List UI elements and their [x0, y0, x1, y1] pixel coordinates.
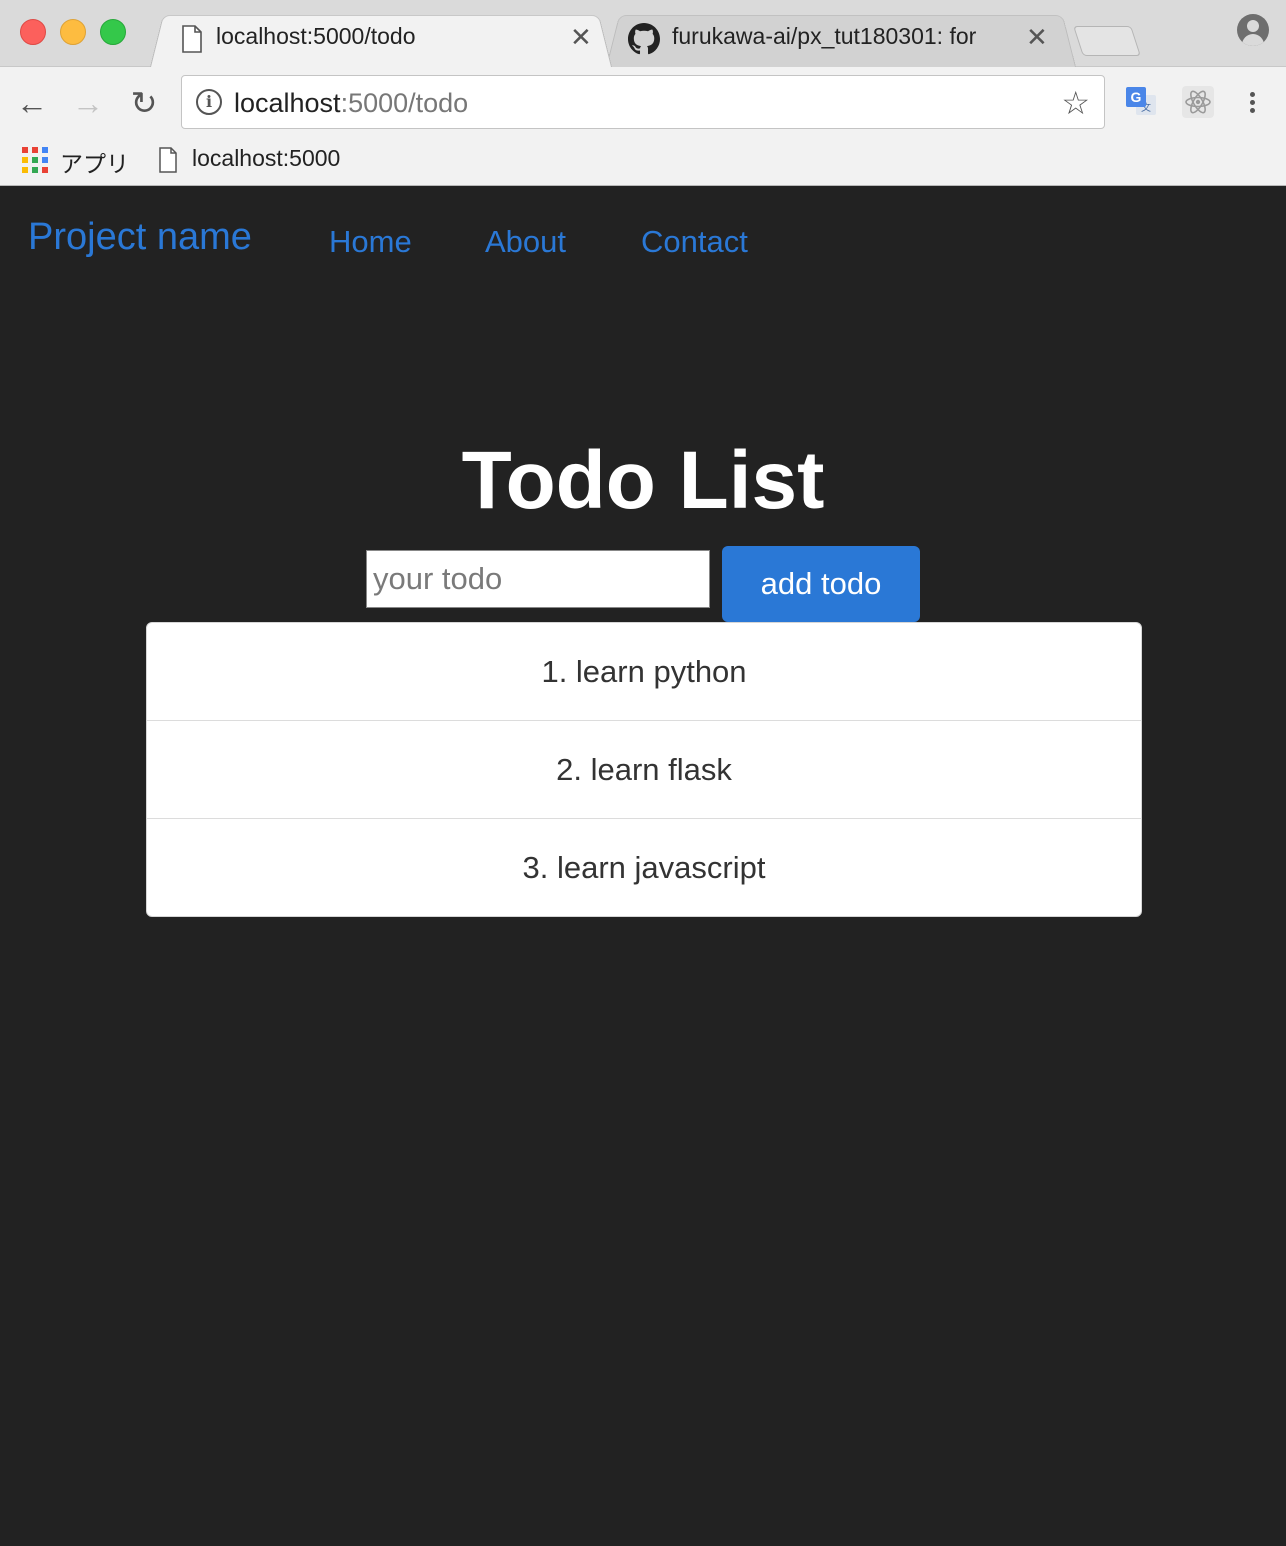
- browser-chrome: furukawa-ai/px_tut180301: for ✕ localhos…: [0, 0, 1286, 186]
- address-bar[interactable]: i localhost:5000/todo ☆: [181, 75, 1105, 129]
- nav-link-about[interactable]: About: [485, 224, 566, 260]
- todo-item[interactable]: 2. learn flask: [147, 721, 1141, 819]
- tab-strip: furukawa-ai/px_tut180301: for ✕ localhos…: [0, 0, 1286, 67]
- todo-item[interactable]: 3. learn javascript: [147, 819, 1141, 916]
- svg-text:G: G: [1131, 89, 1142, 105]
- tab-title: furukawa-ai/px_tut180301: for: [672, 23, 977, 49]
- page-content: Project name Home About Contact Todo Lis…: [0, 186, 1286, 1546]
- react-devtools-icon[interactable]: [1181, 85, 1215, 119]
- page-title: Todo List: [461, 435, 825, 526]
- github-icon: [628, 23, 660, 55]
- bookmarks-bar: アプリ localhost:5000: [0, 139, 1286, 186]
- bookmark-label: localhost:5000: [192, 145, 341, 171]
- browser-toolbar: ← → ↻ i localhost:5000/todo ☆ 文 G: [0, 67, 1286, 139]
- add-todo-button[interactable]: add todo: [722, 546, 920, 622]
- minimize-window-button[interactable]: [60, 19, 86, 45]
- todo-item[interactable]: 1. learn python: [147, 623, 1141, 721]
- nav-link-contact[interactable]: Contact: [641, 224, 748, 260]
- bookmark-label: アプリ: [60, 151, 129, 177]
- google-translate-icon[interactable]: 文 G: [1124, 85, 1158, 119]
- todo-list: 1. learn python 2. learn flask 3. learn …: [146, 622, 1142, 917]
- address-path: :5000/todo: [340, 88, 469, 118]
- profile-icon[interactable]: [1237, 14, 1269, 46]
- browser-menu-icon[interactable]: [1244, 89, 1260, 119]
- page-icon: [159, 147, 177, 173]
- info-icon[interactable]: i: [196, 89, 222, 115]
- tab-close-icon[interactable]: ✕: [1026, 23, 1048, 51]
- reload-icon[interactable]: ↻: [126, 85, 162, 121]
- address-host: localhost: [234, 88, 341, 118]
- page-icon: [182, 25, 202, 53]
- browser-tab-github[interactable]: furukawa-ai/px_tut180301: for ✕: [606, 9, 1076, 67]
- nav-link-home[interactable]: Home: [329, 224, 412, 260]
- close-window-button[interactable]: [20, 19, 46, 45]
- apps-grid-icon: [22, 147, 48, 173]
- tab-title: localhost:5000/todo: [216, 23, 416, 49]
- bookmark-star-icon[interactable]: ☆: [1061, 84, 1090, 122]
- zoom-window-button[interactable]: [100, 19, 126, 45]
- todo-input[interactable]: [366, 550, 710, 608]
- tab-close-icon[interactable]: ✕: [570, 23, 592, 51]
- browser-tab-todo[interactable]: localhost:5000/todo ✕: [150, 9, 612, 67]
- back-arrow-icon[interactable]: ←: [14, 85, 50, 121]
- forward-arrow-icon[interactable]: →: [70, 85, 106, 121]
- new-tab-button[interactable]: [1073, 26, 1141, 56]
- address-url[interactable]: localhost:5000/todo: [234, 88, 468, 119]
- navbar-brand[interactable]: Project name: [28, 216, 252, 259]
